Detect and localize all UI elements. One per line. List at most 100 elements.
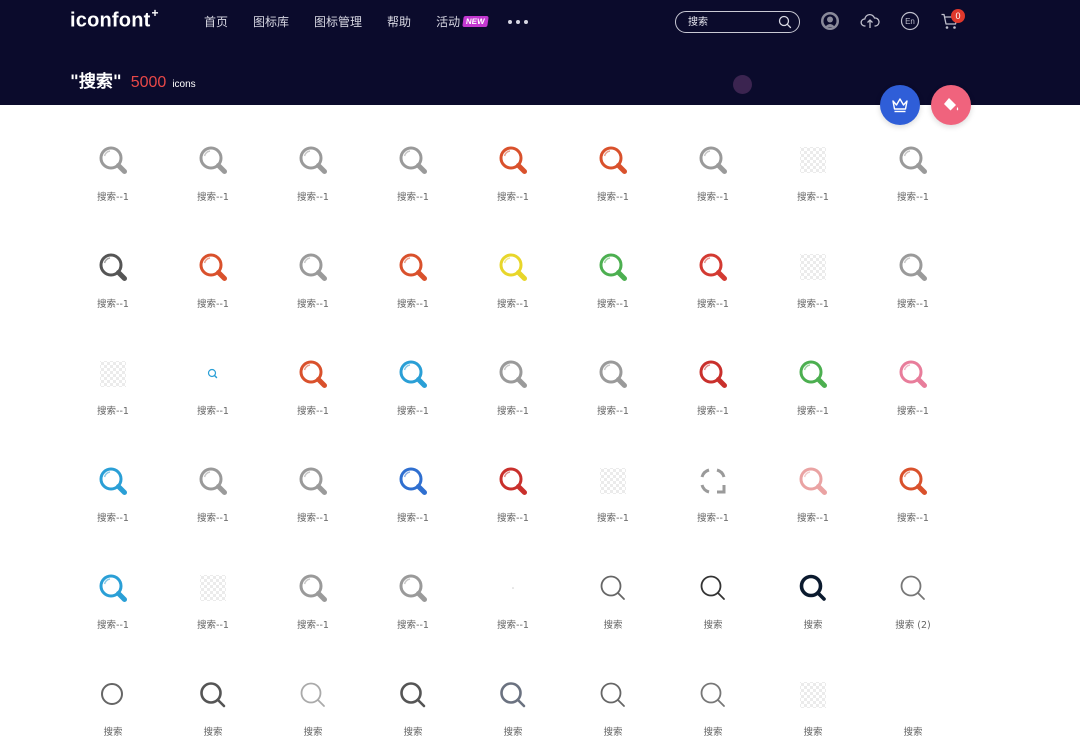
user-avatar-icon[interactable]: [820, 11, 840, 31]
icon-name: 搜索--1: [397, 620, 429, 631]
icon-card[interactable]: 搜索--1: [363, 212, 463, 319]
icon-card[interactable]: 搜索: [563, 640, 663, 747]
icon-name: 搜索--1: [197, 299, 229, 310]
search-icon: [99, 574, 127, 602]
nav-activities-label: 活动: [436, 15, 461, 29]
search-icon: [799, 574, 826, 601]
search-icon: [499, 253, 527, 281]
icon-card[interactable]: 搜索--1: [763, 426, 863, 533]
icon-name: 搜索: [803, 620, 823, 631]
icon-name: 搜索--1: [97, 620, 129, 631]
icon-name: 搜索--1: [497, 513, 529, 524]
icon-card[interactable]: 搜索--1: [63, 105, 163, 212]
icon-card[interactable]: 搜索--1: [263, 533, 363, 640]
icon-card[interactable]: 搜索: [163, 640, 263, 747]
icon-card[interactable]: 搜索--1: [163, 105, 263, 212]
search-icon: [600, 682, 625, 707]
search-icon[interactable]: [778, 15, 792, 29]
icon-card[interactable]: 搜索--1: [563, 105, 663, 212]
icon-card[interactable]: 搜索: [863, 640, 963, 747]
icon-card[interactable]: 搜索--1: [863, 319, 963, 426]
search-icon: [499, 146, 527, 174]
icon-name: 搜索: [803, 727, 823, 738]
icon-card[interactable]: 搜索: [663, 533, 763, 640]
icon-card[interactable]: 搜索--1: [63, 426, 163, 533]
search-icon: [299, 253, 327, 281]
icon-card[interactable]: 搜索--1: [63, 533, 163, 640]
icon-card[interactable]: 搜索: [263, 640, 363, 747]
nav-icon-library[interactable]: 图标库: [253, 13, 289, 30]
search-icon: [899, 467, 927, 495]
icon-name: 搜索: [303, 727, 323, 738]
icon-name: 搜索--1: [397, 513, 429, 524]
icon-card[interactable]: 搜索--1: [663, 105, 763, 212]
icon-card[interactable]: 搜索--1: [463, 105, 563, 212]
icon-card[interactable]: 搜索--1: [263, 105, 363, 212]
search-icon: [900, 575, 925, 600]
icon-card[interactable]: 搜索--1: [663, 212, 763, 319]
icon-card[interactable]: 搜索: [463, 640, 563, 747]
search-icon: [400, 682, 426, 708]
nav-icon-management[interactable]: 图标管理: [314, 13, 362, 30]
language-switch-button[interactable]: En: [900, 11, 920, 31]
icon-card[interactable]: 搜索--1: [163, 319, 263, 426]
search-icon: [499, 360, 527, 388]
icon-card[interactable]: 搜索--1: [263, 426, 363, 533]
search-query: "搜索": [70, 72, 122, 92]
icon-card[interactable]: 搜索--1: [863, 426, 963, 533]
icon-card[interactable]: 搜索--1: [63, 319, 163, 426]
icon-card[interactable]: 搜索--1: [663, 426, 763, 533]
icon-card[interactable]: 搜索: [763, 533, 863, 640]
icon-card[interactable]: 搜索--1: [163, 212, 263, 319]
icon-card[interactable]: 搜索--1: [263, 319, 363, 426]
icon-card[interactable]: 搜索--1: [763, 319, 863, 426]
icon-name: 搜索: [503, 727, 523, 738]
result-unit: icons: [172, 79, 196, 90]
more-menu-icon[interactable]: [507, 19, 528, 24]
icon-card[interactable]: 搜索--1: [463, 212, 563, 319]
cart-count-badge: 0: [951, 9, 965, 23]
search-icon: [512, 587, 514, 589]
upload-cloud-icon[interactable]: [860, 11, 880, 31]
icon-card[interactable]: 搜索--1: [563, 319, 663, 426]
search-icon: [299, 467, 327, 495]
icon-card[interactable]: 搜索--1: [163, 426, 263, 533]
icon-card[interactable]: 搜索: [363, 640, 463, 747]
search-icon: [700, 575, 725, 600]
search-icon: [199, 253, 227, 281]
icon-card[interactable]: 搜索--1: [363, 319, 463, 426]
icon-card[interactable]: 搜索--1: [863, 212, 963, 319]
icon-card[interactable]: 搜索--1: [363, 533, 463, 640]
icon-name: 搜索--1: [197, 620, 229, 631]
icon-card[interactable]: 搜索--1: [463, 426, 563, 533]
icon-card[interactable]: 搜索--1: [763, 105, 863, 212]
nav-activities[interactable]: 活动 NEW: [436, 13, 489, 30]
icon-card[interactable]: 搜索: [563, 533, 663, 640]
icon-name: 搜索--1: [397, 299, 429, 310]
icon-card[interactable]: 搜索--1: [463, 319, 563, 426]
icon-card[interactable]: 搜索: [763, 640, 863, 747]
icon-card[interactable]: 搜索--1: [363, 426, 463, 533]
nav-help[interactable]: 帮助: [387, 13, 411, 30]
icon-card[interactable]: 搜索--1: [363, 105, 463, 212]
search-input[interactable]: [688, 15, 776, 29]
nav-home[interactable]: 首页: [204, 13, 228, 30]
icon-card[interactable]: 搜索--1: [863, 105, 963, 212]
icon-card[interactable]: 搜索--1: [163, 533, 263, 640]
icon-card[interactable]: 搜索--1: [763, 212, 863, 319]
search-icon: [100, 361, 126, 387]
icon-card[interactable]: 搜索--1: [563, 212, 663, 319]
icon-card[interactable]: 搜索--1: [263, 212, 363, 319]
nav-help-label: 帮助: [387, 15, 412, 29]
icon-card[interactable]: 搜索--1: [463, 533, 563, 640]
icon-card[interactable]: 搜索--1: [663, 319, 763, 426]
icon-card[interactable]: 搜索: [63, 640, 163, 747]
icon-card[interactable]: 搜索: [663, 640, 763, 747]
icon-name: 搜索--1: [597, 192, 629, 203]
iconfont-logo[interactable]: iconfont+: [70, 6, 159, 33]
icon-card[interactable]: 搜索--1: [563, 426, 663, 533]
search-icon: [800, 147, 826, 173]
search-icon: [399, 146, 427, 174]
icon-card[interactable]: 搜索 (2): [863, 533, 963, 640]
icon-card[interactable]: 搜索--1: [63, 212, 163, 319]
